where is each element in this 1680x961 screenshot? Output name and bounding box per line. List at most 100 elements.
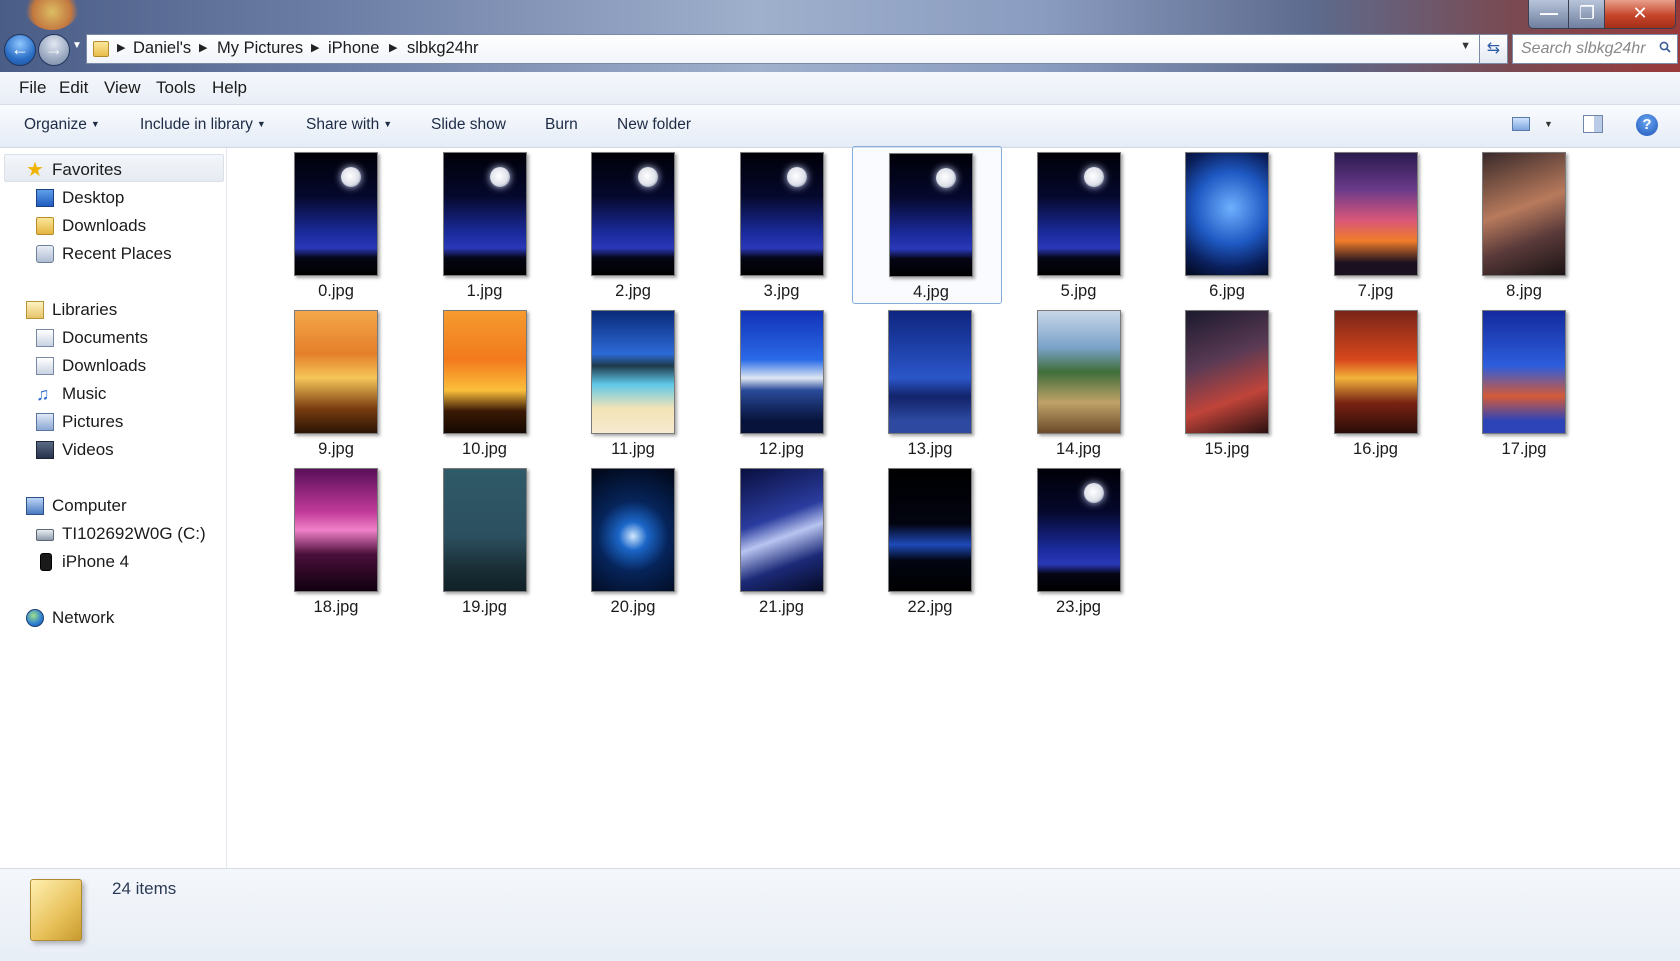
menu-edit[interactable]: Edit: [59, 78, 88, 98]
new-folder-button[interactable]: New folder: [617, 116, 691, 134]
file-name[interactable]: 15.jpg: [1149, 440, 1305, 459]
menu-file[interactable]: File: [19, 78, 46, 98]
file-tile[interactable]: 21.jpg: [704, 462, 854, 620]
file-tile[interactable]: 0.jpg: [258, 146, 408, 304]
image-thumbnail[interactable]: [442, 468, 527, 592]
change-view-icon[interactable]: [1512, 117, 1530, 131]
maximize-button[interactable]: ❐: [1568, 0, 1606, 29]
image-thumbnail[interactable]: [889, 153, 973, 277]
address-dropdown-icon[interactable]: ▼: [1460, 40, 1471, 52]
image-thumbnail[interactable]: [1482, 152, 1566, 276]
search-icon[interactable]: [1659, 41, 1671, 53]
image-thumbnail[interactable]: [442, 152, 527, 276]
chevron-right-icon[interactable]: ▶: [199, 41, 207, 54]
file-tile[interactable]: 19.jpg: [407, 462, 557, 620]
file-tile[interactable]: 14.jpg: [1001, 304, 1151, 462]
organize-button[interactable]: Organize ▼: [24, 116, 100, 134]
chevron-right-icon[interactable]: ▶: [389, 41, 397, 54]
image-thumbnail[interactable]: [1036, 152, 1121, 276]
file-name[interactable]: 21.jpg: [704, 598, 860, 617]
file-tile[interactable]: 1.jpg: [407, 146, 557, 304]
file-tile[interactable]: 6.jpg: [1149, 146, 1299, 304]
share-with-button[interactable]: Share with ▼: [306, 116, 392, 134]
help-icon[interactable]: ?: [1636, 114, 1658, 136]
file-name[interactable]: 16.jpg: [1298, 440, 1454, 459]
image-thumbnail[interactable]: [888, 468, 972, 592]
chevron-right-icon[interactable]: ▶: [311, 41, 319, 54]
image-thumbnail[interactable]: [1333, 310, 1418, 434]
file-name[interactable]: 13.jpg: [852, 440, 1008, 459]
image-thumbnail[interactable]: [294, 310, 378, 434]
file-name[interactable]: 23.jpg: [1001, 598, 1157, 617]
preview-pane-icon[interactable]: [1583, 115, 1603, 133]
file-name[interactable]: 10.jpg: [407, 440, 563, 459]
image-thumbnail[interactable]: [1185, 152, 1269, 276]
chevron-right-icon[interactable]: ▶: [117, 41, 125, 54]
file-tile[interactable]: 13.jpg: [852, 304, 1002, 462]
view-options-dropdown-icon[interactable]: ▼: [1544, 119, 1553, 129]
file-tile[interactable]: 18.jpg: [258, 462, 408, 620]
file-name[interactable]: 1.jpg: [407, 282, 563, 301]
search-input[interactable]: Search slbkg24hr: [1512, 34, 1678, 64]
image-thumbnail[interactable]: [1333, 152, 1418, 276]
image-thumbnail[interactable]: [1036, 468, 1121, 592]
file-name[interactable]: 9.jpg: [258, 440, 414, 459]
file-tile[interactable]: 10.jpg: [407, 304, 557, 462]
file-tile[interactable]: 9.jpg: [258, 304, 408, 462]
breadcrumb-daniels[interactable]: Daniel's: [133, 39, 191, 58]
file-name[interactable]: 14.jpg: [1001, 440, 1157, 459]
file-tile[interactable]: 12.jpg: [704, 304, 854, 462]
image-thumbnail[interactable]: [888, 310, 972, 434]
file-tile[interactable]: 2.jpg: [555, 146, 705, 304]
image-thumbnail[interactable]: [1482, 310, 1566, 434]
file-tile[interactable]: 16.jpg: [1298, 304, 1448, 462]
file-tile[interactable]: 17.jpg: [1446, 304, 1596, 462]
image-thumbnail[interactable]: [739, 468, 824, 592]
file-tile[interactable]: 20.jpg: [555, 462, 705, 620]
image-thumbnail[interactable]: [591, 468, 675, 592]
slide-show-button[interactable]: Slide show: [431, 116, 506, 134]
file-tile[interactable]: 15.jpg: [1149, 304, 1299, 462]
file-name[interactable]: 12.jpg: [704, 440, 860, 459]
file-tile[interactable]: 11.jpg: [555, 304, 705, 462]
image-thumbnail[interactable]: [739, 310, 824, 434]
file-name[interactable]: 18.jpg: [258, 598, 414, 617]
recent-pages-dropdown[interactable]: ▼: [72, 40, 82, 51]
menu-tools[interactable]: Tools: [156, 78, 196, 98]
image-thumbnail[interactable]: [591, 310, 675, 434]
back-button[interactable]: ←: [4, 34, 36, 66]
minimize-button[interactable]: —: [1528, 0, 1570, 29]
file-tile[interactable]: 23.jpg: [1001, 462, 1151, 620]
file-name[interactable]: 3.jpg: [704, 282, 860, 301]
image-thumbnail[interactable]: [1185, 310, 1269, 434]
burn-button[interactable]: Burn: [545, 116, 578, 134]
image-thumbnail[interactable]: [294, 468, 378, 592]
image-thumbnail[interactable]: [739, 152, 824, 276]
breadcrumb-my-pictures[interactable]: My Pictures: [217, 39, 303, 58]
file-name[interactable]: 8.jpg: [1446, 282, 1602, 301]
include-in-library-button[interactable]: Include in library ▼: [140, 116, 266, 134]
file-name[interactable]: 2.jpg: [555, 282, 711, 301]
file-name[interactable]: 20.jpg: [555, 598, 711, 617]
image-thumbnail[interactable]: [591, 152, 675, 276]
file-name[interactable]: 7.jpg: [1298, 282, 1454, 301]
file-tile[interactable]: 22.jpg: [852, 462, 1002, 620]
file-tile[interactable]: 4.jpg: [852, 146, 1002, 304]
image-thumbnail[interactable]: [1036, 310, 1121, 434]
file-tile[interactable]: 5.jpg: [1001, 146, 1151, 304]
file-name[interactable]: 5.jpg: [1001, 282, 1157, 301]
file-name[interactable]: 6.jpg: [1149, 282, 1305, 301]
file-tile[interactable]: 7.jpg: [1298, 146, 1448, 304]
file-name[interactable]: 17.jpg: [1446, 440, 1602, 459]
file-name[interactable]: 0.jpg: [258, 282, 414, 301]
breadcrumb-slbkg24hr[interactable]: slbkg24hr: [407, 39, 479, 58]
file-name[interactable]: 22.jpg: [852, 598, 1008, 617]
forward-button[interactable]: →: [38, 34, 70, 66]
file-tile[interactable]: 3.jpg: [704, 146, 854, 304]
file-name[interactable]: 11.jpg: [555, 440, 711, 459]
menu-help[interactable]: Help: [212, 78, 247, 98]
close-button[interactable]: ✕: [1604, 0, 1676, 29]
file-tile[interactable]: 8.jpg: [1446, 146, 1596, 304]
file-name[interactable]: 19.jpg: [407, 598, 563, 617]
image-thumbnail[interactable]: [442, 310, 527, 434]
